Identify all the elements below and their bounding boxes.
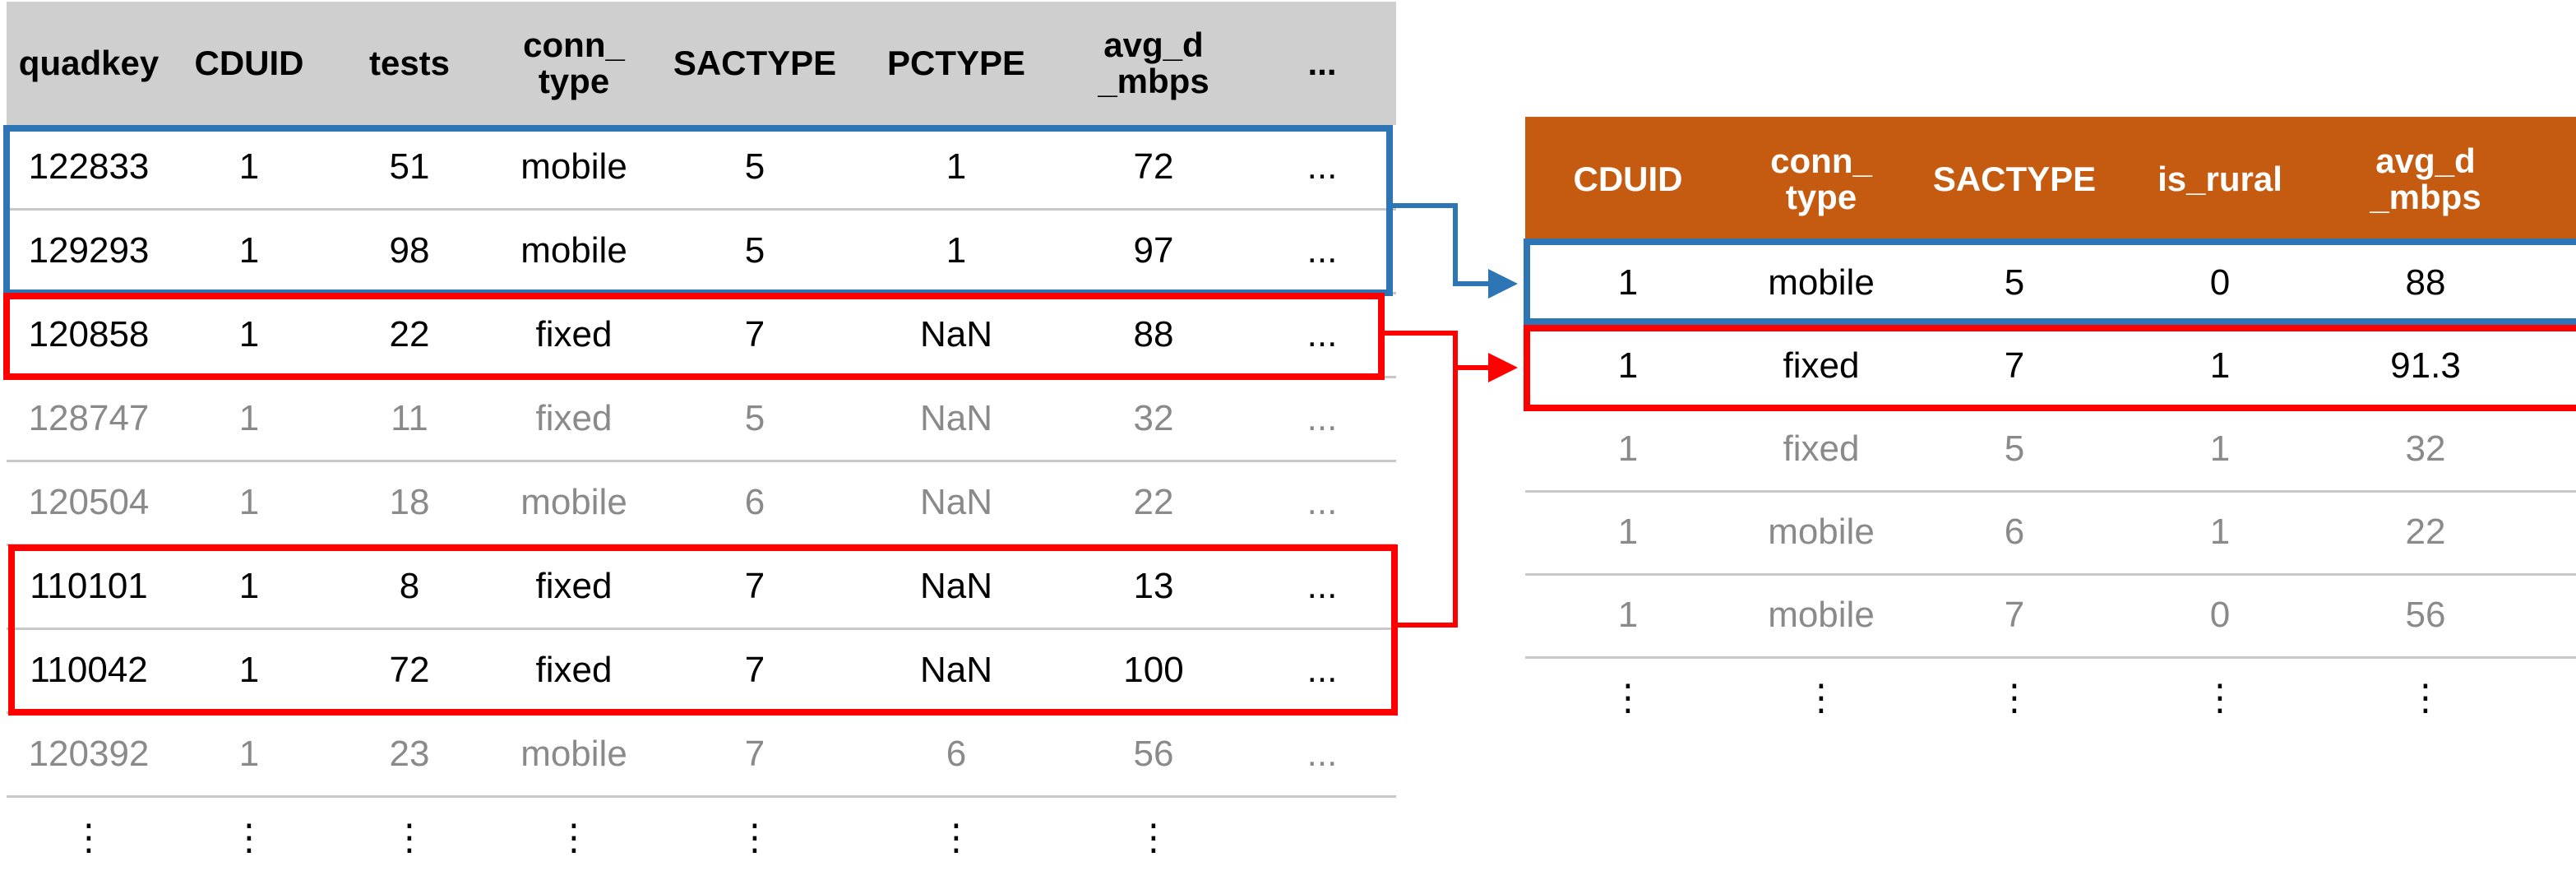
right-cell: mobile <box>1768 512 1875 553</box>
left-header-cell: CDUID <box>194 43 304 82</box>
right-cell: ⋮ <box>2202 678 2238 719</box>
left-cell: 128747 <box>28 397 150 438</box>
left-cell: ⋮ <box>71 817 107 858</box>
right-mobile-row-highlight <box>1524 239 2576 325</box>
right-cell: ⋮ <box>2407 678 2444 719</box>
left-cell: mobile <box>520 481 627 522</box>
left-cell: 120392 <box>28 733 150 774</box>
right-cell: 1 <box>2209 428 2231 470</box>
left-cell: 22 <box>1133 481 1174 522</box>
right-cell: 1 <box>1617 595 1639 636</box>
right-cell: 1 <box>1617 428 1639 470</box>
left-cell: mobile <box>520 733 627 774</box>
left-cell: ... <box>1306 397 1338 438</box>
left-header-row: quadkey CDUID tests conn_ type SACTYPE PCTYPE… <box>7 2 1396 125</box>
left-fixed-group-highlight-a <box>3 293 1385 380</box>
mobile-group-arrow <box>1393 203 1518 299</box>
left-cell: ... <box>1306 481 1338 522</box>
right-header-cell: SACTYPE <box>1932 159 2097 198</box>
right-cell: 22 <box>2405 512 2446 553</box>
left-cell <box>1248 796 1396 880</box>
right-cell <box>2528 491 2576 574</box>
right-header-cell: avg_d _mbps <box>2370 141 2481 216</box>
right-cell: 32 <box>2405 428 2446 470</box>
left-header-cell: PCTYPE <box>886 43 1026 82</box>
left-header-cell: quadkey <box>18 43 160 82</box>
right-cell: 56 <box>2405 595 2446 636</box>
left-cell: 32 <box>1133 397 1174 438</box>
left-cell: ⋮ <box>1135 817 1172 858</box>
left-cell: ⋮ <box>391 817 428 858</box>
right-cell: 1 <box>2209 512 2231 553</box>
left-cell: 1 <box>238 733 260 774</box>
right-cell: 1 <box>1617 512 1639 553</box>
left-cell: 18 <box>389 481 430 522</box>
right-cell: ⋮ <box>1803 678 1839 719</box>
left-cell: 23 <box>389 733 430 774</box>
left-cell: ⋮ <box>556 817 592 858</box>
right-cell: ⋮ <box>1996 678 2033 719</box>
left-header-cell: conn_ type <box>523 25 625 100</box>
left-cell: 56 <box>1133 733 1174 774</box>
left-cell: 11 <box>391 397 428 438</box>
left-mobile-group-highlight <box>3 125 1393 296</box>
left-cell: NaN <box>919 481 993 522</box>
right-cell: 7 <box>2004 595 2025 636</box>
left-header-cell: avg_d _mbps <box>1098 25 1209 100</box>
right-fixed-row-highlight <box>1524 325 2576 411</box>
right-header-cell: ... <box>2528 117 2576 242</box>
left-cell: ⋮ <box>938 817 974 858</box>
left-header-cell: tests <box>368 43 451 82</box>
left-header-cell: SACTYPE <box>673 43 837 82</box>
left-cell: 120504 <box>28 481 150 522</box>
left-cell: 5 <box>744 397 765 438</box>
right-header-cell: is_rural <box>2157 159 2282 198</box>
right-cell: ... <box>2528 574 2576 657</box>
left-fixed-group-highlight-b <box>8 544 1398 716</box>
fixed-group-arrow <box>1385 331 1513 628</box>
right-cell <box>2528 657 2576 740</box>
right-cell: 6 <box>2004 512 2025 553</box>
left-cell: 1 <box>238 397 260 438</box>
right-cell: 5 <box>2004 428 2025 470</box>
left-cell: NaN <box>919 397 993 438</box>
right-cell: mobile <box>1768 595 1875 636</box>
left-header-cell: ... <box>1307 43 1337 82</box>
left-cell: 1 <box>238 481 260 522</box>
right-header-cell: CDUID <box>1573 159 1683 198</box>
right-header-cell: conn_ type <box>1770 141 1872 216</box>
right-cell: ⋮ <box>1610 678 1646 719</box>
left-cell: ⋮ <box>737 817 773 858</box>
left-cell: fixed <box>535 397 613 438</box>
left-cell: 7 <box>744 733 765 774</box>
left-cell: ⋮ <box>231 817 267 858</box>
right-cell <box>2528 408 2576 491</box>
left-cell: 6 <box>744 481 765 522</box>
right-cell: fixed <box>1783 428 1860 470</box>
left-cell: ... <box>1306 733 1338 774</box>
left-cell: 6 <box>946 733 967 774</box>
right-cell: 0 <box>2209 595 2231 636</box>
right-header-row: CDUID conn_ type SACTYPE is_rural avg_d _mbp… <box>1525 117 2576 242</box>
